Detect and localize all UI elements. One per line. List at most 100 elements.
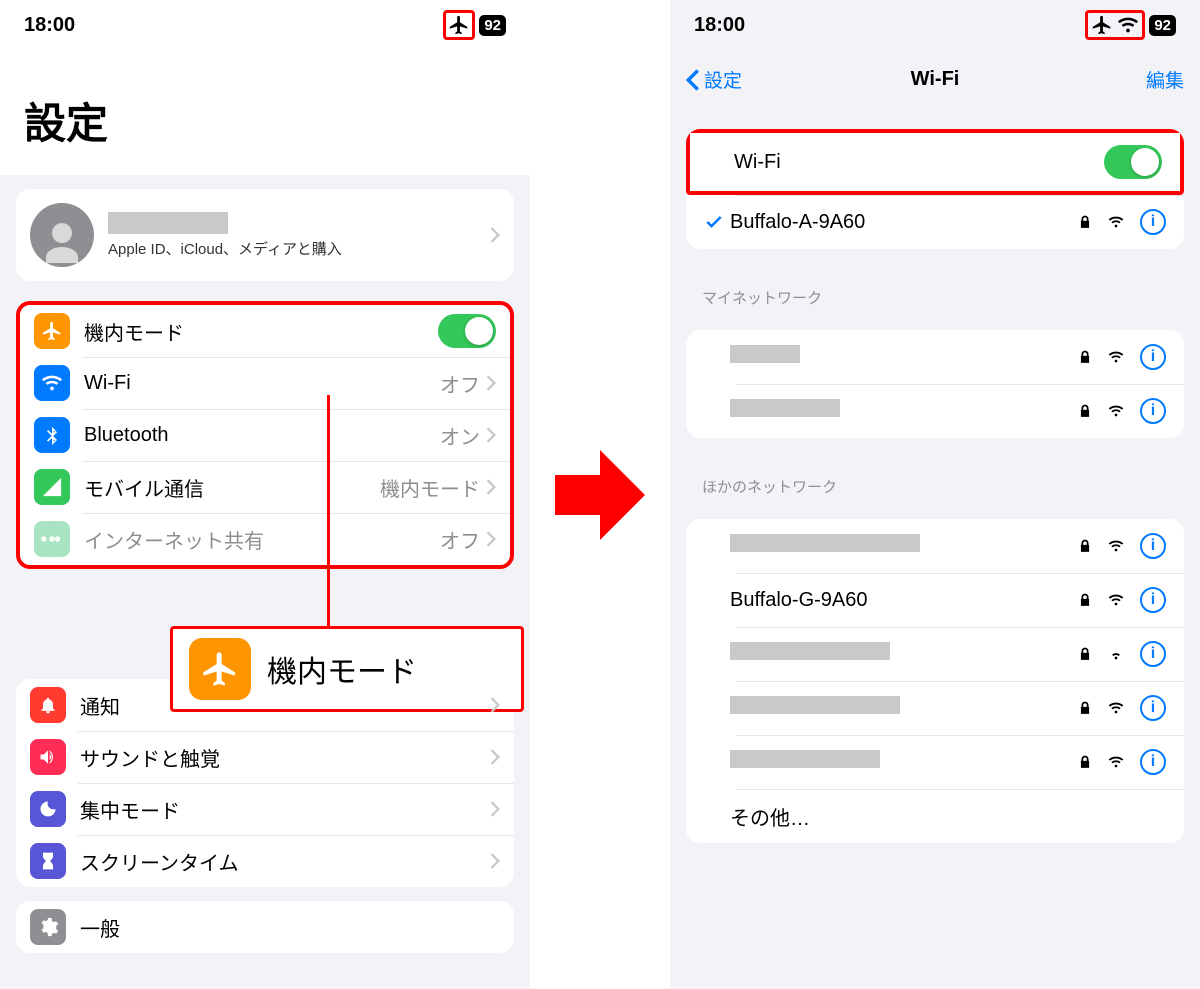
network-row[interactable]: i (686, 735, 1184, 789)
checkmark-icon (704, 212, 730, 232)
info-button[interactable]: i (1140, 398, 1166, 424)
network-row[interactable]: i (686, 627, 1184, 681)
mobile-value: 機内モード (380, 473, 480, 502)
bluetooth-label: Bluetooth (84, 424, 440, 447)
mobile-label: モバイル通信 (84, 473, 380, 502)
info-button[interactable]: i (1140, 209, 1166, 235)
back-button[interactable]: 設定 (686, 66, 742, 93)
lock-icon (1078, 349, 1092, 365)
lock-icon (1078, 403, 1092, 419)
other-network-label: その他… (730, 802, 1166, 831)
avatar (30, 203, 94, 267)
row-general[interactable]: 一般 (16, 901, 514, 953)
notifications-icon (30, 687, 66, 723)
status-time: 18:00 (24, 14, 75, 37)
airplane-mode-icon (448, 14, 470, 36)
connected-network-name: Buffalo-A-9A60 (730, 211, 1078, 234)
network-name: Buffalo-G-9A60 (730, 589, 1078, 612)
chevron-right-icon (490, 227, 500, 243)
info-button[interactable]: i (1140, 533, 1166, 559)
row-notifications[interactable]: 通知 (16, 679, 514, 731)
profile-card[interactable]: Apple ID、iCloud、メディアと購入 (16, 189, 514, 281)
network-name-redacted (730, 399, 840, 417)
network-row[interactable]: i (686, 330, 1184, 384)
info-button[interactable]: i (1140, 587, 1166, 613)
network-row[interactable]: i (686, 384, 1184, 438)
airplane-label: 機内モード (84, 317, 438, 346)
network-row[interactable]: i (686, 519, 1184, 573)
gear-icon (30, 909, 66, 945)
wifi-signal-icon (1106, 349, 1126, 365)
wifi-toggle[interactable] (1104, 145, 1162, 179)
profile-name-redacted (108, 212, 228, 234)
lock-icon (1078, 592, 1092, 608)
row-screentime[interactable]: スクリーンタイム (16, 835, 514, 887)
row-mobile-data[interactable]: モバイル通信 機内モード (20, 461, 510, 513)
wifi-signal-icon (1106, 646, 1126, 662)
cellular-icon (34, 469, 70, 505)
chevron-right-icon (486, 375, 496, 391)
airplane-icon (34, 313, 70, 349)
network-row[interactable]: Buffalo-G-9A60 i (686, 573, 1184, 627)
chevron-right-icon (490, 749, 500, 765)
row-hotspot: インターネット共有 オフ (20, 513, 510, 565)
chevron-right-icon (490, 697, 500, 713)
row-sound[interactable]: サウンドと触覚 (16, 731, 514, 783)
other-network-row[interactable]: その他… (686, 789, 1184, 843)
network-name-redacted (730, 534, 920, 552)
my-networks-group: i i (686, 330, 1184, 438)
wifi-status-icon (1117, 14, 1139, 36)
other-networks-group: i Buffalo-G-9A60 i i (686, 519, 1184, 843)
row-wifi[interactable]: Wi-Fi オフ (20, 357, 510, 409)
info-button[interactable]: i (1140, 749, 1166, 775)
lock-icon (1078, 754, 1092, 770)
wifi-value: オフ (440, 369, 480, 398)
info-button[interactable]: i (1140, 695, 1166, 721)
network-name-redacted (730, 642, 890, 660)
wifi-signal-icon (1106, 592, 1126, 608)
sound-label: サウンドと触覚 (80, 743, 490, 772)
network-row[interactable]: i (686, 681, 1184, 735)
hotspot-label: インターネット共有 (84, 525, 440, 554)
lock-icon (1078, 646, 1092, 662)
row-bluetooth[interactable]: Bluetooth オン (20, 409, 510, 461)
page-title: 設定 (0, 50, 530, 175)
info-button[interactable]: i (1140, 641, 1166, 667)
connected-network-row[interactable]: Buffalo-A-9A60 i (686, 195, 1184, 249)
network-name-redacted (730, 750, 880, 768)
screentime-icon (30, 843, 66, 879)
wifi-icon (34, 365, 70, 401)
row-focus[interactable]: 集中モード (16, 783, 514, 835)
status-battery: 92 (479, 15, 506, 36)
phone-wifi: 18:00 92 設定 Wi-Fi 編集 Wi-Fi (670, 0, 1200, 989)
network-name-redacted (730, 696, 900, 714)
wifi-toggle-row[interactable]: Wi-Fi (686, 129, 1184, 195)
status-battery: 92 (1149, 15, 1176, 36)
hotspot-value: オフ (440, 525, 480, 554)
lock-icon (1078, 214, 1092, 230)
status-bar: 18:00 92 (670, 0, 1200, 50)
wifi-master-label: Wi-Fi (734, 151, 1104, 174)
transition-arrow (530, 0, 670, 989)
wifi-signal-icon (1106, 754, 1126, 770)
edit-button[interactable]: 編集 (1146, 66, 1184, 93)
bluetooth-value: オン (440, 421, 480, 450)
info-button[interactable]: i (1140, 344, 1166, 370)
system-group: 通知 サウンドと触覚 集中モード スクリーンタイム (16, 679, 514, 887)
row-airplane-mode[interactable]: 機内モード (20, 305, 510, 357)
general-label: 一般 (80, 913, 500, 942)
airplane-toggle[interactable] (438, 314, 496, 348)
annotation-connector (327, 395, 330, 627)
wifi-main-group: Wi-Fi Buffalo-A-9A60 i (686, 129, 1184, 249)
section-my-networks: マイネットワーク (670, 263, 1200, 316)
notifications-label: 通知 (80, 691, 490, 720)
focus-icon (30, 791, 66, 827)
chevron-right-icon (490, 853, 500, 869)
chevron-right-icon (490, 801, 500, 817)
wifi-signal-icon (1106, 214, 1126, 230)
phone-settings: 18:00 92 設定 Apple ID、iCloud、メディアと購入 (0, 0, 530, 989)
bluetooth-icon (34, 417, 70, 453)
airplane-mode-icon (1091, 14, 1113, 36)
section-other-networks: ほかのネットワーク (670, 452, 1200, 505)
focus-label: 集中モード (80, 795, 490, 824)
